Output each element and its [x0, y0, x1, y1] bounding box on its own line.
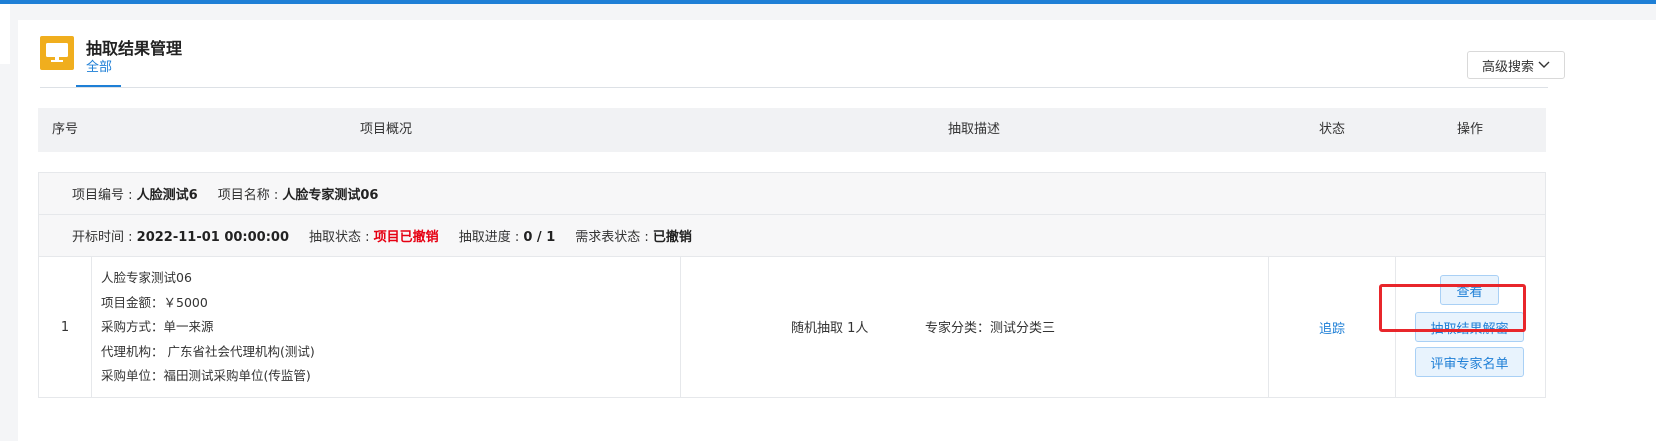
- requirement-status: 需求表状态 : 已撤销: [575, 230, 692, 245]
- page-header: 抽取结果管理 全部 高级搜索: [40, 36, 1565, 88]
- open-time: 开标时间 : 2022-11-01 00:00:00: [72, 230, 290, 245]
- table-header: 序号 项目概况 抽取描述 状态 操作: [38, 108, 1546, 152]
- monitor-icon: [40, 36, 74, 70]
- column-header-status: 状态: [1319, 122, 1346, 137]
- summary-line: 采购方式：单一来源: [101, 319, 214, 334]
- project-name: 项目名称 : 人脸专家测试06: [217, 188, 379, 203]
- project-info-row: 项目编号 : 人脸测试6 项目名称 : 人脸专家测试06: [39, 173, 1545, 215]
- table-row: 1 人脸专家测试06 项目金额：￥5000 采购方式：单一来源 代理机构： 广东…: [39, 257, 1545, 397]
- chevron-down-icon: [1538, 61, 1550, 68]
- summary-line: 代理机构： 广东省社会代理机构(测试): [101, 343, 315, 359]
- top-accent-bar: [0, 0, 1656, 4]
- result-table: 序号 项目概况 抽取描述 状态 操作: [38, 108, 1546, 152]
- main-panel: 抽取结果管理 全部 高级搜索 序号 项目概况 抽取描述 状态 操作 项目编号 :…: [18, 20, 1656, 441]
- summary-line: 采购单位：福田测试采购单位(传监管): [101, 368, 311, 383]
- project-summary: 人脸专家测试06 项目金额：￥5000 采购方式：单一来源 代理机构： 广东省社…: [92, 257, 681, 397]
- summary-line: 人脸专家测试06: [101, 270, 192, 285]
- header-divider: [40, 87, 1548, 88]
- extraction-description: 随机抽取 1人 专家分类：测试分类三: [681, 257, 1269, 397]
- advanced-search-label: 高级搜索: [1481, 59, 1534, 75]
- project-no: 项目编号 : 人脸测试6: [72, 188, 198, 203]
- record-group: 项目编号 : 人脸测试6 项目名称 : 人脸专家测试06 开标时间 : 2022…: [38, 172, 1546, 398]
- track-link[interactable]: 追踪: [1269, 257, 1396, 397]
- column-header-summary: 项目概况: [360, 122, 413, 137]
- status-badge: 项目已撤销: [373, 230, 439, 245]
- expert-category: 专家分类：测试分类三: [925, 321, 1056, 336]
- extraction-info-row: 开标时间 : 2022-11-01 00:00:00 抽取状态 : 项目已撤销 …: [39, 215, 1545, 257]
- column-header-description: 抽取描述: [948, 122, 1001, 137]
- expert-list-button[interactable]: 评审专家名单: [1415, 347, 1524, 377]
- summary-line: 项目金额：￥5000: [101, 294, 208, 310]
- extract-progress: 抽取进度 : 0 / 1: [458, 230, 556, 245]
- highlight-box: [1379, 284, 1526, 332]
- column-header-index: 序号: [52, 122, 79, 137]
- extract-status: 抽取状态 : 项目已撤销: [309, 230, 439, 245]
- row-index: 1: [39, 257, 92, 397]
- advanced-search-button[interactable]: 高级搜索: [1467, 51, 1565, 79]
- left-edge: [0, 4, 10, 64]
- extraction-method: 随机抽取 1人: [791, 321, 869, 336]
- tab-all[interactable]: 全部: [86, 56, 112, 75]
- column-header-actions: 操作: [1457, 122, 1484, 137]
